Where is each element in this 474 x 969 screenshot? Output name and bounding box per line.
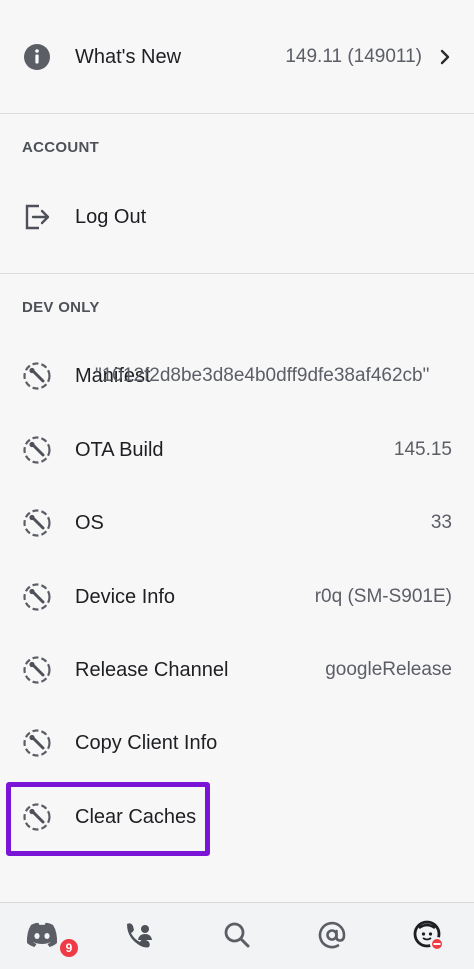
dev-only-section-header: DEV ONLY — [22, 299, 100, 316]
bottom-tab-bar — [0, 902, 474, 969]
os-value: 33 — [430, 512, 452, 533]
account-section-header: ACCOUNT — [22, 139, 100, 156]
section-divider — [0, 273, 474, 274]
tab-mentions[interactable] — [312, 917, 352, 957]
tab-search[interactable] — [217, 917, 257, 957]
info-icon — [22, 42, 52, 72]
release-channel-label: Release Channel — [75, 658, 229, 681]
wrench-icon — [22, 435, 52, 465]
wrench-icon — [22, 508, 52, 538]
notification-badge: 9 — [58, 937, 80, 959]
friends-icon — [123, 920, 155, 955]
os-row[interactable]: OS 33 — [0, 495, 474, 551]
whats-new-label: What's New — [75, 45, 182, 68]
profile-avatar-icon — [411, 918, 445, 957]
device-info-value: r0q (SM-S901E) — [314, 586, 452, 607]
copy-client-info-label: Copy Client Info — [75, 731, 218, 754]
log-out-row[interactable]: Log Out — [0, 189, 474, 245]
search-icon — [222, 920, 252, 955]
tab-home[interactable] — [22, 917, 62, 957]
manifest-row[interactable]: Manifest "1012f2d8be3d8e4b0dff9dfe38af46… — [0, 348, 474, 404]
app-version-value: 149.11 (149011) — [285, 46, 422, 67]
section-divider — [0, 113, 474, 114]
ota-build-value: 145.15 — [393, 439, 452, 460]
highlight-box — [6, 782, 210, 856]
ota-build-label: OTA Build — [75, 438, 164, 461]
log-out-icon — [22, 202, 52, 232]
tab-friends[interactable] — [119, 917, 159, 957]
wrench-icon — [22, 582, 52, 612]
wrench-icon — [22, 361, 52, 391]
os-label: OS — [75, 511, 104, 534]
settings-screen: What's New 149.11 (149011) ACCOUNT Log O… — [0, 0, 474, 969]
whats-new-row[interactable]: What's New 149.11 (149011) — [0, 29, 474, 85]
wrench-icon — [22, 655, 52, 685]
mentions-icon — [317, 920, 347, 955]
tab-profile[interactable] — [408, 917, 448, 957]
log-out-label: Log Out — [75, 205, 147, 228]
chevron-right-icon — [436, 48, 454, 66]
ota-build-row[interactable]: OTA Build 145.15 — [0, 422, 474, 478]
manifest-value: "1012f2d8be3d8e4b0dff9dfe38af462cb" — [95, 365, 430, 386]
release-channel-value: googleRelease — [325, 659, 452, 680]
copy-client-info-row[interactable]: Copy Client Info — [0, 715, 474, 771]
discord-home-icon — [24, 921, 60, 954]
wrench-icon — [22, 728, 52, 758]
release-channel-row[interactable]: Release Channel googleRelease — [0, 642, 474, 698]
device-info-label: Device Info — [75, 585, 176, 608]
device-info-row[interactable]: Device Info r0q (SM-S901E) — [0, 569, 474, 625]
